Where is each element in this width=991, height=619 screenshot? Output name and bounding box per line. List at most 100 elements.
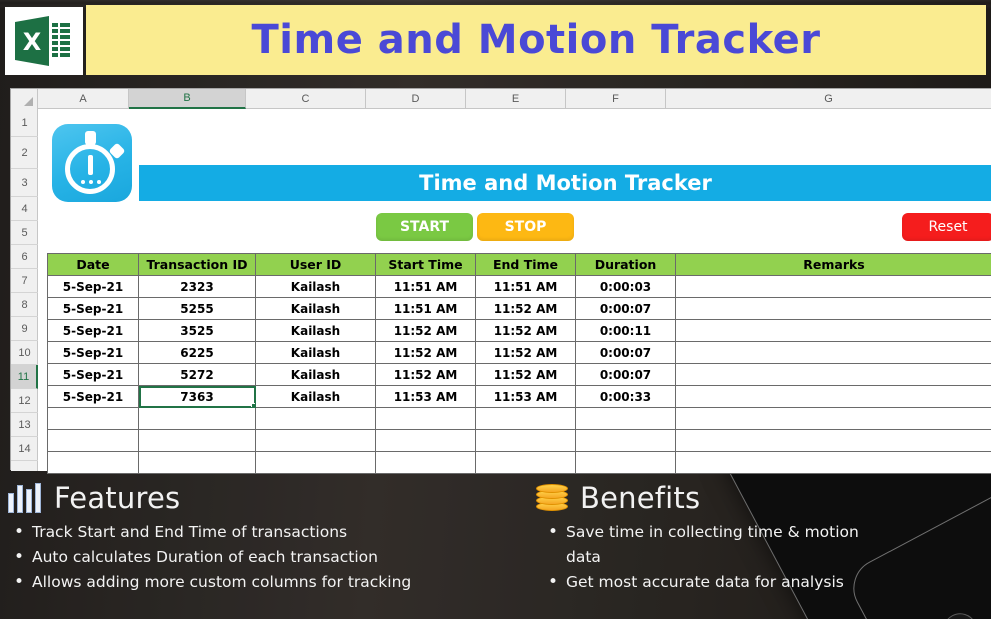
cell-start-time[interactable]	[375, 451, 476, 474]
cell-end-time[interactable]: 11:52 AM	[475, 341, 576, 364]
cell-transaction-id[interactable]: 5255	[138, 297, 256, 320]
table-row	[47, 429, 991, 452]
table-row: 5-Sep-21 6225 Kailash 11:52 AM 11:52 AM …	[47, 341, 991, 364]
cell-end-time[interactable]	[475, 407, 576, 430]
cell-duration[interactable]: 0:00:03	[575, 275, 676, 298]
cell-user-id[interactable]	[255, 407, 376, 430]
cell-remarks[interactable]	[675, 319, 991, 342]
cell-duration[interactable]	[575, 407, 676, 430]
cell-user-id[interactable]: Kailash	[255, 275, 376, 298]
row-header-12[interactable]: 12	[11, 389, 38, 413]
cell-user-id[interactable]	[255, 451, 376, 474]
cell-user-id[interactable]: Kailash	[255, 319, 376, 342]
cell-user-id[interactable]	[255, 429, 376, 452]
cell-end-time[interactable]: 11:52 AM	[475, 319, 576, 342]
cell-transaction-id[interactable]: 2323	[138, 275, 256, 298]
cell-transaction-id[interactable]: 5272	[138, 363, 256, 386]
cell-start-time[interactable]	[375, 429, 476, 452]
row-header-11[interactable]: 11	[11, 365, 38, 389]
cell-transaction-id[interactable]	[138, 407, 256, 430]
cell-date[interactable]: 5-Sep-21	[47, 275, 139, 298]
row-header-7[interactable]: 7	[11, 269, 38, 293]
coins-icon	[536, 482, 570, 514]
column-header-g[interactable]: G	[666, 89, 991, 109]
reset-button[interactable]: Reset	[902, 213, 991, 241]
cell-transaction-id[interactable]	[138, 429, 256, 452]
cell-transaction-id[interactable]	[138, 451, 256, 474]
bottom-info-area: Features Track Start and End Time of tra…	[0, 472, 991, 619]
cell-user-id[interactable]: Kailash	[255, 385, 376, 408]
row-header-6[interactable]: 6	[11, 245, 38, 269]
stop-button[interactable]: STOP	[477, 213, 574, 241]
cell-start-time[interactable]: 11:52 AM	[375, 363, 476, 386]
cell-remarks[interactable]	[675, 297, 991, 320]
row-header-8[interactable]: 8	[11, 293, 38, 317]
cell-duration[interactable]: 0:00:07	[575, 363, 676, 386]
stopwatch-hand	[88, 155, 93, 175]
cell-duration[interactable]	[575, 451, 676, 474]
cell-transaction-id-active[interactable]: 7363	[138, 385, 256, 408]
col-date: Date	[47, 253, 139, 276]
column-header-e[interactable]: E	[466, 89, 566, 109]
cell-duration[interactable]	[575, 429, 676, 452]
cell-remarks[interactable]	[675, 429, 991, 452]
cell-date[interactable]: 5-Sep-21	[47, 319, 139, 342]
row-header-5[interactable]: 5	[11, 221, 38, 245]
cell-start-time[interactable]: 11:52 AM	[375, 319, 476, 342]
column-header-b[interactable]: B	[129, 89, 246, 109]
cell-remarks[interactable]	[675, 363, 991, 386]
cell-start-time[interactable]: 11:53 AM	[375, 385, 476, 408]
select-all-corner[interactable]	[11, 89, 38, 109]
row-header-10[interactable]: 10	[11, 341, 38, 365]
cell-duration[interactable]: 0:00:11	[575, 319, 676, 342]
row-header-9[interactable]: 9	[11, 317, 38, 341]
cell-remarks[interactable]	[675, 451, 991, 474]
cell-duration[interactable]: 0:00:07	[575, 297, 676, 320]
table-row	[47, 451, 991, 474]
cell-end-time[interactable]: 11:53 AM	[475, 385, 576, 408]
start-button[interactable]: START	[376, 213, 473, 241]
tracker-table: Date Transaction ID User ID Start Time E…	[47, 253, 991, 474]
cell-start-time[interactable]	[375, 407, 476, 430]
cell-user-id[interactable]: Kailash	[255, 341, 376, 364]
cell-end-time[interactable]: 11:51 AM	[475, 275, 576, 298]
cell-user-id[interactable]: Kailash	[255, 363, 376, 386]
cell-remarks[interactable]	[675, 341, 991, 364]
cell-date[interactable]: 5-Sep-21	[47, 385, 139, 408]
cell-date[interactable]	[47, 451, 139, 474]
cell-date[interactable]: 5-Sep-21	[47, 363, 139, 386]
features-heading: Features	[8, 478, 528, 518]
row-header-2[interactable]: 2	[11, 137, 38, 169]
cell-start-time[interactable]: 11:51 AM	[375, 275, 476, 298]
row-header-14[interactable]: 14	[11, 437, 38, 461]
cell-date[interactable]	[47, 407, 139, 430]
cell-user-id[interactable]: Kailash	[255, 297, 376, 320]
cell-duration[interactable]: 0:00:33	[575, 385, 676, 408]
row-header-1[interactable]: 1	[11, 109, 38, 137]
col-remarks: Remarks	[675, 253, 991, 276]
cell-end-time[interactable]: 11:52 AM	[475, 363, 576, 386]
cell-end-time[interactable]	[475, 429, 576, 452]
cell-remarks[interactable]	[675, 275, 991, 298]
row-header-4[interactable]: 4	[11, 197, 38, 221]
cell-remarks[interactable]	[675, 385, 991, 408]
column-header-f[interactable]: F	[566, 89, 666, 109]
row-header-13[interactable]: 13	[11, 413, 38, 437]
cell-duration[interactable]: 0:00:07	[575, 341, 676, 364]
cell-transaction-id[interactable]: 6225	[138, 341, 256, 364]
cell-start-time[interactable]: 11:52 AM	[375, 341, 476, 364]
cell-start-time[interactable]: 11:51 AM	[375, 297, 476, 320]
cell-date[interactable]: 5-Sep-21	[47, 297, 139, 320]
svg-text:X: X	[23, 28, 42, 56]
cell-date[interactable]: 5-Sep-21	[47, 341, 139, 364]
column-header-d[interactable]: D	[366, 89, 466, 109]
cell-end-time[interactable]	[475, 451, 576, 474]
cell-transaction-id[interactable]: 3525	[138, 319, 256, 342]
column-header-a[interactable]: A	[38, 89, 129, 109]
cell-date[interactable]	[47, 429, 139, 452]
cell-remarks[interactable]	[675, 407, 991, 430]
top-banner: X Time and Motion Tracker	[0, 0, 991, 79]
row-header-3[interactable]: 3	[11, 169, 38, 197]
column-header-c[interactable]: C	[246, 89, 366, 109]
cell-end-time[interactable]: 11:52 AM	[475, 297, 576, 320]
